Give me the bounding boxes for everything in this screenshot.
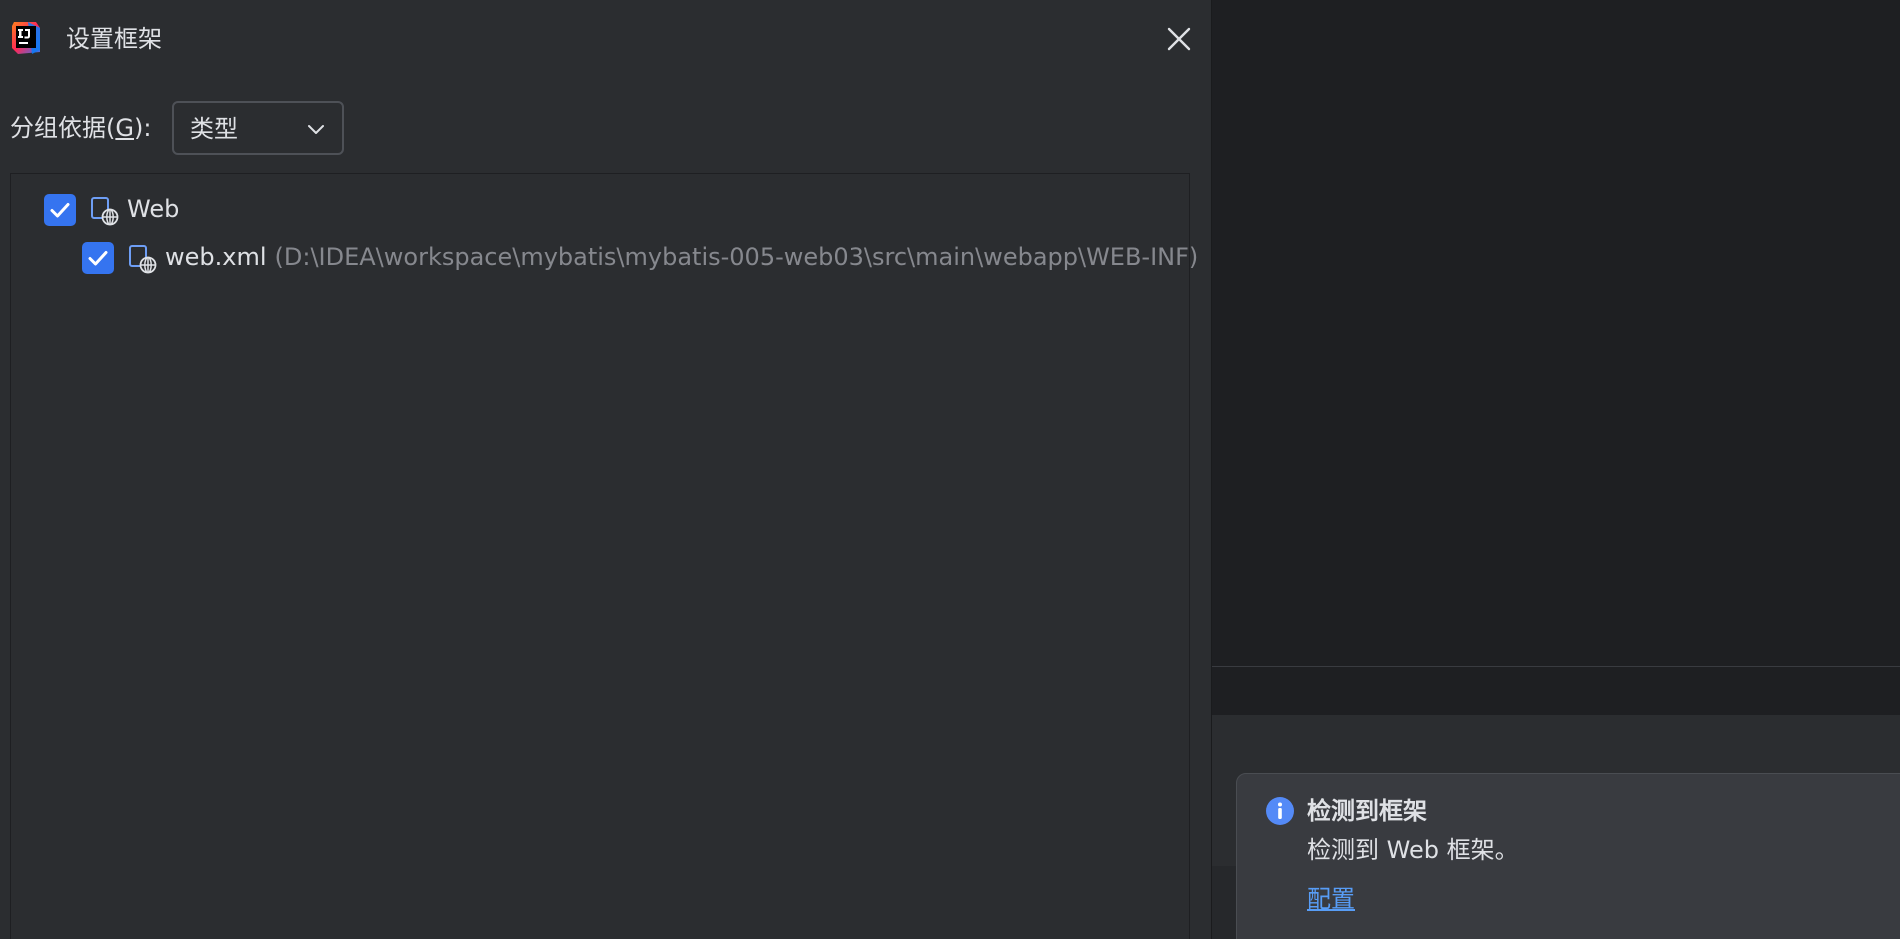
checkmark-icon [88,251,108,266]
tree-node-path: (D:\IDEA\workspace\mybatis\mybatis-005-w… [274,243,1199,271]
tree-node-label: web.xml (D:\IDEA\workspace\mybatis\mybati… [165,243,1199,271]
chevron-down-icon [308,125,324,134]
web-xml-icon [129,245,157,274]
screen: 设置框架 分组依据(G): 类型 Web web.xml (D:\IDEA\wo… [0,0,1900,939]
group-by-label: 分组依据(G): [10,114,152,142]
tree-node-web-xml[interactable]: web.xml (D:\IDEA\workspace\mybatis\mybati… [82,238,1198,278]
info-icon [1266,797,1294,825]
checkbox-web[interactable] [44,194,76,226]
tree-node-label: Web [127,195,180,223]
setup-frameworks-dialog: 设置框架 分组依据(G): 类型 Web web.xml (D:\IDEA\wo… [0,0,1212,939]
web-framework-icon [91,197,119,226]
notification-title: 检测到框架 [1307,797,1427,825]
close-button[interactable] [1160,22,1198,56]
group-by-select-value: 类型 [190,115,238,143]
dialog-title: 设置框架 [66,25,162,53]
notification-message: 检测到 Web 框架。 [1307,836,1519,864]
editor-background [1212,0,1900,666]
framework-detected-notification: 检测到框架 检测到 Web 框架。 配置 [1236,773,1900,939]
checkbox-web-xml[interactable] [82,242,114,274]
configure-link[interactable]: 配置 [1307,882,1355,916]
tool-window-header [1212,667,1900,715]
group-by-mnemonic: G [115,114,134,142]
group-by-select[interactable]: 类型 [172,101,344,155]
intellij-idea-logo-icon [10,20,42,56]
checkmark-icon [50,203,70,218]
tree-node-web[interactable]: Web [44,190,1144,230]
close-icon [1167,27,1191,51]
frameworks-tree: Web web.xml (D:\IDEA\workspace\mybatis\my… [10,173,1198,939]
